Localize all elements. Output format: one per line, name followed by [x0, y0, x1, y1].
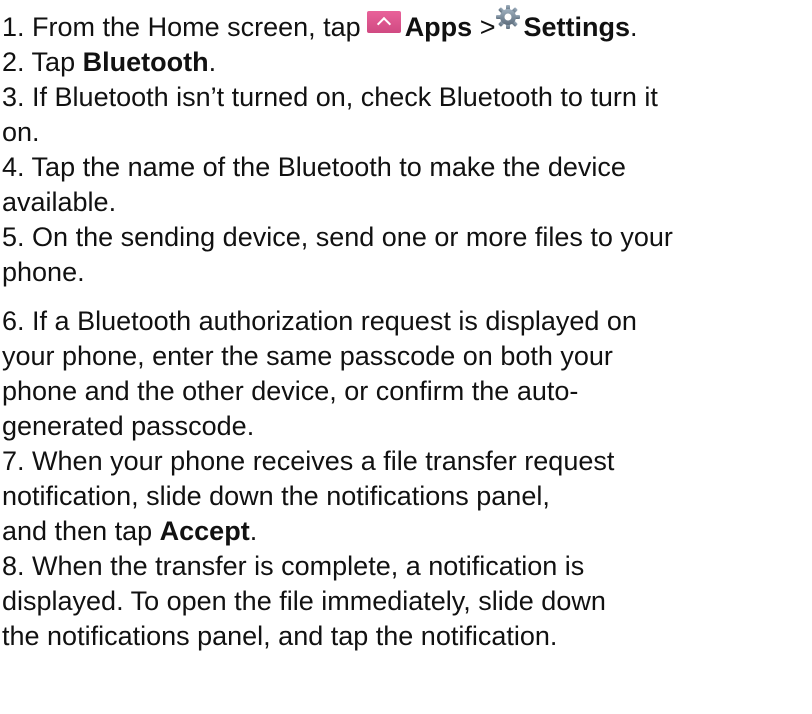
step-text: and then tap: [2, 516, 153, 546]
step-text: displayed. To open the file immediately,…: [2, 586, 606, 616]
step-text: Tap: [31, 47, 76, 77]
step-number: 2.: [2, 47, 25, 77]
settings-label: Settings: [523, 12, 630, 42]
step-text: phone.: [2, 257, 85, 287]
step-2: 2. Tap Bluetooth.: [2, 47, 217, 77]
step-text: your phone, enter the same passcode on b…: [2, 341, 613, 371]
step-number: 3.: [2, 82, 25, 112]
separator: >: [479, 12, 496, 42]
step-text: available.: [2, 187, 117, 217]
instruction-steps: 1. From the Home screen, tap Apps > Sett…: [2, 4, 810, 654]
step-3: 3. If Bluetooth isn’t turned on, check B…: [2, 80, 810, 150]
bluetooth-label: Bluetooth: [82, 47, 209, 77]
step-text: phone and the other device, or confirm t…: [2, 376, 579, 406]
gear-icon: [496, 5, 521, 29]
step-number: 6.: [2, 306, 25, 336]
accept-label: Accept: [159, 516, 250, 546]
step-text: on.: [2, 117, 40, 147]
step-text: When the transfer is complete, a notific…: [32, 551, 585, 581]
step-1: 1. From the Home screen, tap Apps > Sett…: [2, 4, 810, 45]
step-text: generated passcode.: [2, 411, 255, 441]
apps-icon: [366, 11, 401, 33]
apps-label: Apps: [404, 12, 473, 42]
step-text: From the Home screen, tap: [32, 12, 361, 42]
step-8: 8. When the transfer is complete, a noti…: [2, 549, 810, 654]
step-text: the notifications panel, and tap the not…: [2, 621, 558, 651]
step-number: 1.: [2, 12, 25, 42]
step-number: 4.: [2, 152, 25, 182]
step-number: 8.: [2, 551, 25, 581]
step-text: Tap the name of the Bluetooth to make th…: [31, 152, 626, 182]
step-number: 7.: [2, 446, 25, 476]
step-7: 7. When your phone receives a file trans…: [2, 444, 810, 549]
step-text: If Bluetooth isn’t turned on, check Blue…: [32, 82, 658, 112]
step-text: On the sending device, send one or more …: [32, 222, 673, 252]
step-number: 5.: [2, 222, 25, 252]
step-6: 6. If a Bluetooth authorization request …: [2, 304, 810, 444]
step-5: 5. On the sending device, send one or mo…: [2, 220, 810, 290]
step-text: When your phone receives a file transfer…: [32, 446, 615, 476]
step-text: notification, slide down the notificatio…: [2, 481, 550, 511]
step-4: 4. Tap the name of the Bluetooth to make…: [2, 150, 810, 220]
step-text: If a Bluetooth authorization request is …: [32, 306, 637, 336]
